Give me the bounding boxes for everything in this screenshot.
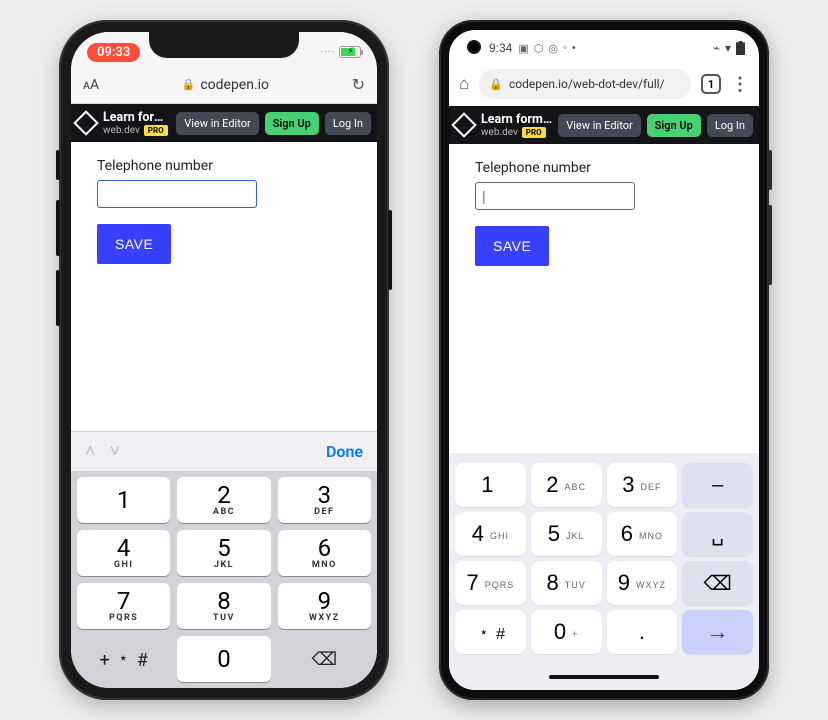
wifi-icon: ▾ (725, 41, 731, 55)
key-5[interactable]: 5JKL (531, 512, 602, 556)
safari-url[interactable]: 🔒 codepen.io (109, 77, 342, 93)
key-symbols[interactable]: + ﹡ # (77, 636, 170, 682)
key-2[interactable]: 2ABC (531, 463, 602, 507)
reload-button[interactable]: ↻ (352, 75, 365, 94)
pen-author: web.dev (481, 127, 518, 138)
battery-icon (736, 41, 745, 55)
tel-label: Telephone number (475, 160, 733, 176)
login-button[interactable]: Log In (707, 114, 753, 137)
chrome-menu-button[interactable]: ⋮ (731, 74, 749, 95)
lock-icon: 🔒 (489, 78, 503, 91)
key-dot[interactable]: . (607, 610, 678, 654)
codepen-header: Learn forms – virt… web.dev PRO View in … (449, 106, 759, 144)
android-camera-cutout (467, 40, 481, 54)
ios-battery: ···· ⚡︎ (321, 46, 361, 58)
key-4[interactable]: 4GHI (77, 530, 170, 576)
view-in-editor-button[interactable]: View in Editor (176, 112, 259, 135)
android-device: 9:34 ▣⬡◎◦• ⌁ ▾ ⌂ 🔒 codepen.io/web-dot-de… (439, 20, 769, 700)
android-status-bar: 9:34 ▣⬡◎◦• ⌁ ▾ (449, 30, 759, 62)
key-enter[interactable]: → (682, 610, 753, 654)
key-8[interactable]: 8TUV (531, 561, 602, 605)
pen-title: Learn forms – virt… (103, 110, 170, 125)
home-button[interactable]: ⌂ (459, 74, 469, 94)
key-5[interactable]: 5JKL (177, 530, 270, 576)
tel-label: Telephone number (97, 158, 351, 174)
keyboard-done-button[interactable]: Done (326, 442, 363, 461)
key-3[interactable]: 3DEF (278, 477, 371, 523)
next-field-button[interactable]: ˅ (110, 441, 121, 462)
key-dash[interactable]: – (682, 463, 753, 507)
key-0[interactable]: 0+ (531, 610, 602, 654)
key-2[interactable]: 2ABC (177, 477, 270, 523)
key-backspace[interactable]: ⌫ (682, 561, 753, 605)
vpn-icon: ⌁ (713, 41, 720, 55)
chrome-toolbar: ⌂ 🔒 codepen.io/web-dot-dev/full/ 1 ⋮ (449, 62, 759, 106)
key-star-hash[interactable]: ﹡ # (455, 610, 526, 654)
key-3[interactable]: 3DEF (607, 463, 678, 507)
key-6[interactable]: 6MNO (278, 530, 371, 576)
iphone-device: 09:33 ···· ⚡︎ ᴀA 🔒 codepen.io ↻ Learn fo… (59, 20, 389, 700)
login-button[interactable]: Log In (325, 112, 371, 135)
tel-input[interactable] (475, 182, 635, 210)
iphone-notch (149, 32, 299, 58)
pen-title: Learn forms – virt… (481, 112, 552, 127)
save-button[interactable]: SAVE (475, 226, 549, 266)
key-8[interactable]: 8TUV (177, 583, 270, 629)
codepen-header: Learn forms – virt… web.dev PRO View in … (71, 104, 377, 142)
reader-button[interactable]: ᴀA (83, 76, 99, 93)
chrome-omnibox[interactable]: 🔒 codepen.io/web-dot-dev/full/ (479, 69, 691, 99)
key-6[interactable]: 6MNO (607, 512, 678, 556)
lock-icon: 🔒 (182, 78, 196, 91)
tab-switcher-button[interactable]: 1 (701, 74, 721, 94)
pro-badge: PRO (522, 127, 546, 138)
chrome-url: codepen.io/web-dot-dev/full/ (509, 77, 665, 91)
key-1[interactable]: 1 (455, 463, 526, 507)
key-9[interactable]: 9WXYZ (607, 561, 678, 605)
signup-button[interactable]: Sign Up (265, 112, 319, 135)
backspace-icon: ⌫ (312, 649, 337, 670)
pen-author: web.dev (103, 125, 140, 136)
key-backspace[interactable]: ⌫ (278, 636, 371, 682)
key-7[interactable]: 7PQRS (77, 583, 170, 629)
key-1[interactable]: 1 (77, 477, 170, 523)
codepen-logo-icon (451, 112, 476, 137)
ios-clock: 09:33 (87, 43, 140, 62)
key-9[interactable]: 9WXYZ (278, 583, 371, 629)
safari-toolbar: ᴀA 🔒 codepen.io ↻ (71, 66, 377, 104)
gesture-pill-icon (549, 675, 659, 679)
codepen-logo-icon (73, 110, 98, 135)
status-system-icons: ⌁ ▾ (713, 41, 745, 55)
key-7[interactable]: 7PQRS (455, 561, 526, 605)
backspace-icon: ⌫ (703, 571, 731, 596)
key-0[interactable]: 0 (177, 636, 270, 682)
keyboard-accessory-bar: ˄ ˅ Done (71, 431, 377, 471)
signup-button[interactable]: Sign Up (647, 114, 701, 137)
ios-keypad: 1 2ABC 3DEF 4GHI 5JKL 6MNO 7PQRS 8TUV 9W… (71, 471, 377, 688)
key-4[interactable]: 4GHI (455, 512, 526, 556)
prev-field-button[interactable]: ˄ (85, 441, 96, 462)
page-content: Telephone number SAVE (71, 142, 377, 431)
key-space[interactable]: ␣ (682, 512, 753, 556)
android-nav-bar[interactable] (449, 664, 759, 690)
view-in-editor-button[interactable]: View in Editor (558, 114, 641, 137)
save-button[interactable]: SAVE (97, 224, 171, 264)
arrow-right-icon: → (707, 619, 729, 645)
android-clock: 9:34 (489, 41, 512, 55)
pro-badge: PRO (144, 125, 168, 136)
page-content: Telephone number SAVE (449, 144, 759, 453)
status-notif-icons: ▣⬡◎◦• (518, 42, 575, 55)
tel-input[interactable] (97, 180, 257, 208)
android-keypad: 1 2ABC 3DEF – 4GHI 5JKL 6MNO ␣ 7PQRS 8TU… (449, 453, 759, 664)
